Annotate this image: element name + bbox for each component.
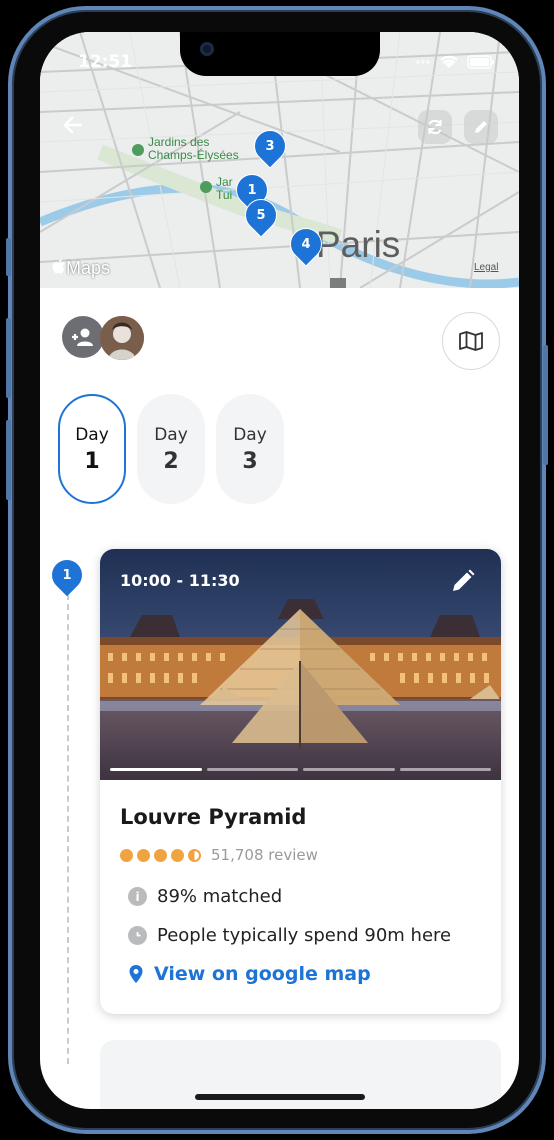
clock-hands bbox=[136, 932, 141, 937]
pencil-icon bbox=[453, 569, 475, 591]
timeline-line bbox=[67, 594, 69, 1064]
map-city-label: Paris bbox=[316, 224, 401, 265]
battery-icon bbox=[467, 54, 494, 69]
back-button[interactable] bbox=[58, 110, 88, 140]
arrow-left-icon bbox=[63, 116, 83, 134]
add-person-icon bbox=[72, 328, 93, 346]
map-pin-4-number: 4 bbox=[301, 236, 311, 252]
timeline-stop-marker: 1 bbox=[45, 553, 89, 597]
view-google-map-text: View on google map bbox=[154, 963, 371, 985]
day-tab-2[interactable]: Day 2 bbox=[137, 394, 205, 504]
photo-page-dot bbox=[110, 768, 202, 771]
day-tab-label: Day bbox=[233, 424, 267, 445]
map-pin-3-number: 3 bbox=[265, 138, 275, 154]
star-icon bbox=[154, 848, 167, 862]
status-time: 12:51 bbox=[78, 52, 133, 72]
status-icons bbox=[415, 54, 495, 69]
refresh-icon bbox=[428, 119, 442, 135]
trip-map[interactable]: 12:51 Jardins des Champs-Élysées Jar Tui… bbox=[40, 32, 519, 288]
day-tab-1[interactable]: Day 1 bbox=[58, 394, 126, 504]
avatar[interactable] bbox=[100, 316, 144, 360]
maps-attribution-text: Maps bbox=[66, 258, 111, 278]
map-view-button[interactable] bbox=[442, 312, 500, 370]
timeline-pin-icon: 1 bbox=[45, 553, 89, 597]
apple-logo-icon bbox=[52, 258, 65, 274]
photo-page-dot bbox=[399, 768, 491, 771]
day-tab-label: Day bbox=[154, 424, 188, 445]
map-pin-5-number: 5 bbox=[256, 207, 266, 223]
refresh-route-button[interactable] bbox=[418, 110, 452, 144]
day-tab-3[interactable]: Day 3 bbox=[216, 394, 284, 504]
place-photo-carousel[interactable]: 10:00 - 11:30 bbox=[100, 549, 501, 780]
avatar-photo bbox=[100, 316, 144, 360]
photo-page-indicator bbox=[110, 768, 491, 771]
visit-time-range: 10:00 - 11:30 bbox=[120, 571, 240, 590]
spend-row: People typically spend 90m here bbox=[128, 925, 451, 946]
view-google-map-link[interactable]: View on google map bbox=[128, 963, 371, 985]
edit-stop-button[interactable] bbox=[449, 567, 477, 595]
day-tab-number: 3 bbox=[242, 448, 258, 474]
device-notch bbox=[180, 32, 380, 76]
review-count: 51,708 review bbox=[211, 846, 318, 864]
power-button bbox=[543, 345, 548, 465]
photo-page-dot bbox=[303, 768, 395, 771]
edit-trip-button[interactable] bbox=[464, 110, 498, 144]
home-indicator[interactable] bbox=[195, 1094, 365, 1100]
maps-attribution: Maps bbox=[52, 258, 110, 279]
star-icon bbox=[171, 848, 184, 862]
day-tab-label: Day bbox=[75, 424, 109, 445]
map-label-tui: Tui bbox=[216, 188, 233, 202]
add-member-button[interactable] bbox=[62, 316, 104, 358]
map-icon bbox=[459, 331, 483, 351]
match-row: i 89% matched bbox=[128, 886, 282, 907]
clock-icon bbox=[128, 926, 147, 945]
map-label-champs: Champs-Élysées bbox=[148, 148, 239, 162]
info-icon: i bbox=[128, 887, 147, 906]
wifi-icon bbox=[440, 55, 458, 68]
pencil-icon bbox=[475, 121, 487, 133]
timeline-stop-number: 1 bbox=[62, 567, 72, 583]
place-name: Louvre Pyramid bbox=[120, 805, 307, 829]
rating: 51,708 review bbox=[120, 846, 318, 864]
photo-page-dot bbox=[206, 768, 298, 771]
day-tab-number: 2 bbox=[163, 448, 179, 474]
half-star-icon bbox=[188, 848, 201, 862]
match-text: 89% matched bbox=[157, 886, 283, 907]
spend-text: People typically spend 90m here bbox=[157, 925, 452, 946]
day-tab-number: 1 bbox=[84, 448, 100, 474]
cellular-icon bbox=[416, 59, 430, 64]
mute-switch bbox=[6, 238, 11, 276]
star-icon bbox=[120, 848, 133, 862]
location-pin-icon bbox=[129, 965, 143, 983]
volume-down-button bbox=[6, 420, 11, 500]
app-screen: 12:51 Jardins des Champs-Élysées Jar Tui… bbox=[40, 32, 519, 1109]
volume-up-button bbox=[6, 318, 11, 398]
star-icon bbox=[137, 848, 150, 862]
front-camera bbox=[200, 42, 214, 56]
legal-link[interactable]: Legal bbox=[474, 262, 498, 273]
